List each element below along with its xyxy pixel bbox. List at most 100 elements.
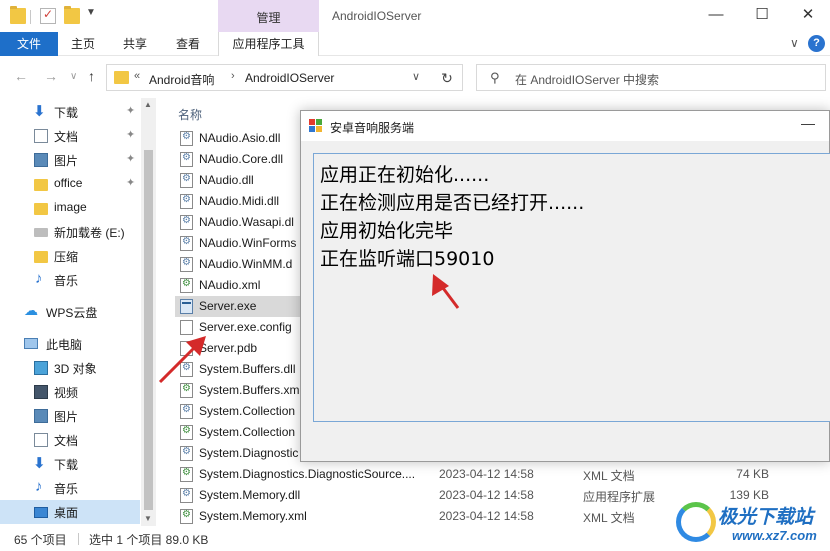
server-dialog: 安卓音响服务端 — 应用正在初始化...... 正在检测应用是否已经打开....…	[300, 110, 830, 462]
sidebar-item-label: 文档	[54, 434, 79, 448]
log-line: 应用初始化完毕	[320, 220, 454, 242]
breadcrumb-androidioserver[interactable]: AndroidIOServer	[245, 71, 334, 85]
navigation-pane: ⬇ 下载 ✦ 文档 ✦ 图片 ✦ office ✦ image 新加载卷 (E:…	[0, 98, 157, 526]
pin-icon: ✦	[126, 129, 136, 141]
xml-file-icon	[180, 383, 193, 398]
document-icon	[34, 433, 48, 447]
sidebar-item-this-pc[interactable]: 此电脑	[0, 332, 140, 356]
sidebar-item-downloads[interactable]: ⬇ 下载 ✦	[0, 100, 140, 124]
tab-home[interactable]: 主页	[62, 32, 104, 56]
tab-application-tools[interactable]: 应用程序工具	[218, 32, 319, 56]
chevron-right-icon[interactable]: ›	[231, 70, 235, 82]
file-name: Server.exe	[199, 299, 257, 313]
dialog-minimize-button[interactable]: —	[801, 115, 815, 131]
sidebar-item-label: 此电脑	[46, 338, 83, 352]
refresh-button[interactable]: ↻	[432, 64, 463, 91]
search-icon: ⚲	[490, 70, 500, 85]
desktop-icon	[34, 507, 48, 518]
file-name: System.Buffers.dll	[199, 362, 296, 376]
computer-icon	[24, 338, 38, 349]
address-dropdown-icon[interactable]: ∨	[412, 70, 420, 83]
logo-swirl-icon	[676, 502, 716, 542]
file-type: 应用程序扩展	[583, 490, 656, 504]
sidebar-item-pictures[interactable]: 图片 ✦	[0, 148, 140, 172]
scrollbar-thumb[interactable]	[144, 150, 153, 510]
breadcrumb-overflow[interactable]: «	[134, 70, 140, 82]
log-output-textbox[interactable]: 应用正在初始化...... 正在检测应用是否已经打开...... 应用初始化完毕…	[313, 153, 830, 422]
recent-locations-button[interactable]: ∨	[70, 71, 77, 82]
pin-icon: ✦	[126, 105, 136, 117]
up-button[interactable]: ↑	[88, 68, 95, 84]
file-name: NAudio.WinMM.d	[199, 257, 293, 271]
xml-file-icon	[180, 509, 193, 524]
search-placeholder: 在 AndroidIOServer 中搜索	[515, 73, 660, 87]
address-bar[interactable]: « Android音响 › AndroidIOServer	[106, 64, 463, 91]
picture-icon	[34, 409, 48, 423]
minimize-button[interactable]: —	[693, 0, 739, 32]
dialog-title-bar[interactable]: 安卓音响服务端 —	[301, 111, 829, 141]
scroll-up-icon[interactable]: ▲	[144, 100, 152, 109]
tab-view[interactable]: 查看	[167, 32, 209, 56]
sidebar-item-image[interactable]: image	[0, 196, 140, 220]
sidebar-item-desktop[interactable]: 桌面	[0, 500, 140, 524]
folder-icon[interactable]	[10, 6, 26, 24]
sidebar-item-music[interactable]: ♪ 音乐	[0, 268, 140, 292]
file-icon	[180, 341, 193, 356]
sidebar-item-3d-objects[interactable]: 3D 对象	[0, 356, 140, 380]
tab-file[interactable]: 文件	[0, 32, 58, 56]
back-button[interactable]: ←	[14, 68, 28, 84]
status-separator	[78, 533, 79, 545]
search-input[interactable]: ⚲ 在 AndroidIOServer 中搜索	[476, 64, 826, 91]
sidebar-item-office[interactable]: office ✦	[0, 172, 140, 196]
sidebar-item-drive-e[interactable]: 新加载卷 (E:)	[0, 220, 140, 244]
sidebar-item-label: 文档	[54, 130, 79, 144]
file-name: NAudio.Midi.dll	[199, 194, 280, 208]
music-icon: ♪	[35, 270, 43, 287]
sidebar-item-compressed[interactable]: 压缩	[0, 244, 140, 268]
customize-toolbar-dropdown-icon[interactable]: ▼	[86, 7, 96, 18]
sidebar-item-wps-cloud[interactable]: ☁ WPS云盘	[0, 300, 140, 324]
dll-file-icon	[180, 131, 193, 146]
help-icon[interactable]: ?	[808, 35, 825, 52]
dll-file-icon	[180, 488, 193, 503]
tab-share[interactable]: 共享	[114, 32, 156, 56]
context-tab-manage[interactable]: 管理	[218, 9, 319, 26]
pin-icon: ✦	[126, 153, 136, 165]
sidebar-item-documents[interactable]: 文档 ✦	[0, 124, 140, 148]
item-count: 65 个项目	[14, 533, 67, 547]
file-name: NAudio.dll	[199, 173, 254, 187]
xml-file-icon	[180, 278, 193, 293]
sidebar-item-documents-pc[interactable]: 文档	[0, 428, 140, 452]
sidebar-item-videos[interactable]: 视频	[0, 380, 140, 404]
file-name: NAudio.Core.dll	[199, 152, 284, 166]
file-name: System.Memory.dll	[199, 488, 301, 502]
sidebar-item-music-pc[interactable]: ♪ 音乐	[0, 476, 140, 500]
music-icon: ♪	[35, 478, 43, 495]
forward-button[interactable]: →	[44, 68, 58, 84]
close-button[interactable]: ✕	[785, 0, 830, 32]
breadcrumb-android-audio[interactable]: Android音响	[149, 71, 214, 88]
document-icon	[34, 129, 48, 143]
dll-file-icon	[180, 194, 193, 209]
watermark-logo: 极光下载站 www.xz7.com	[676, 494, 826, 551]
column-header-name[interactable]: 名称	[178, 106, 202, 123]
sidebar-item-pictures-pc[interactable]: 图片	[0, 404, 140, 428]
file-name: NAudio.WinForms	[199, 236, 297, 250]
scroll-down-icon[interactable]: ▼	[144, 514, 152, 523]
file-date: 2023-04-12 14:58	[439, 488, 534, 502]
sidebar-item-label: 新加载卷 (E:)	[54, 226, 125, 240]
sidebar-item-label: WPS云盘	[46, 306, 98, 320]
sidebar-item-downloads-pc[interactable]: ⬇ 下载	[0, 452, 140, 476]
ribbon-tabs: 文件 主页 共享 查看 应用程序工具 ∨ ?	[0, 32, 830, 56]
collapse-ribbon-icon[interactable]: ∨	[790, 36, 799, 50]
properties-icon[interactable]	[40, 7, 56, 24]
selection-info: 选中 1 个项目 89.0 KB	[89, 533, 209, 547]
maximize-button[interactable]: ☐	[739, 0, 785, 32]
title-bar: ▼ 管理 AndroidIOServer — ☐ ✕	[0, 0, 830, 32]
dll-file-icon	[180, 257, 193, 272]
navigation-scrollbar[interactable]: ▲ ▼	[141, 98, 156, 526]
file-row[interactable]: System.Diagnostics.DiagnosticSource.... 2…	[175, 464, 815, 485]
new-folder-icon[interactable]	[64, 6, 80, 24]
file-type: XML 文档	[583, 511, 635, 525]
xml-file-icon	[180, 467, 193, 482]
